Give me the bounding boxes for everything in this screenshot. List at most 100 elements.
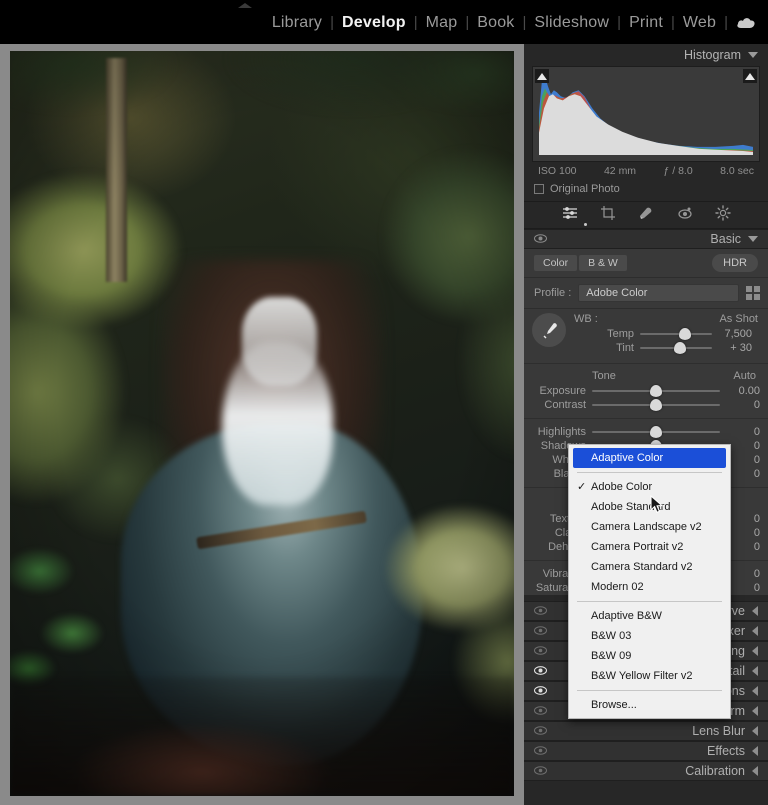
module-book[interactable]: Book	[469, 13, 522, 33]
module-map[interactable]: Map	[418, 13, 466, 33]
slider-value[interactable]: 0	[726, 513, 760, 525]
slider-track[interactable]	[592, 399, 720, 411]
slider-knob[interactable]	[678, 328, 691, 340]
chevron-left-icon[interactable]	[752, 626, 758, 636]
chevron-left-icon[interactable]	[752, 726, 758, 736]
chevron-down-icon[interactable]	[748, 52, 758, 58]
chevron-left-icon[interactable]	[752, 686, 758, 696]
histogram-header[interactable]: Histogram	[524, 44, 768, 66]
chevron-left-icon[interactable]	[752, 706, 758, 716]
lightroom-develop-window: Library | Develop | Map | Book | Slidesh…	[0, 0, 768, 805]
slider-value[interactable]: 0	[726, 426, 760, 438]
panel-visibility-eye-icon[interactable]	[534, 644, 547, 658]
treatment-color-button[interactable]: Color	[534, 255, 578, 271]
module-print[interactable]: Print	[621, 13, 671, 33]
photo-frame[interactable]	[10, 51, 514, 796]
slider-highlights[interactable]: Highlights 0	[524, 425, 768, 439]
white-balance-eyedropper-icon[interactable]	[532, 313, 566, 347]
slider-tint[interactable]: Tint + 30	[572, 341, 760, 355]
treatment-segmented-control[interactable]: Color B & W	[534, 255, 627, 271]
menu-item-label: Adaptive Color	[591, 452, 664, 464]
healing-brush-icon[interactable]	[638, 206, 655, 225]
panel-visibility-eye-icon[interactable]	[534, 232, 547, 246]
slider-value[interactable]: 0	[726, 582, 760, 594]
menu-item-camera-portrait-v2[interactable]: Camera Portrait v2	[569, 537, 730, 557]
panel-visibility-eye-icon[interactable]	[534, 744, 547, 758]
highlight-clipping-icon[interactable]	[743, 69, 757, 83]
auto-tone-button[interactable]: Auto	[733, 370, 756, 382]
slider-label: Contrast	[544, 399, 586, 411]
menu-item-adaptive-bw[interactable]: Adaptive B&W	[569, 606, 730, 626]
original-photo-toggle[interactable]: Original Photo	[524, 177, 768, 195]
menu-item-camera-standard-v2[interactable]: Camera Standard v2	[569, 557, 730, 577]
panel-collapse-arrow[interactable]	[238, 3, 252, 8]
panel-visibility-eye-icon[interactable]	[533, 684, 548, 698]
panel-visibility-eye-icon[interactable]	[534, 704, 547, 718]
panel-header-basic[interactable]: Basic	[524, 229, 768, 249]
slider-knob[interactable]	[650, 385, 662, 397]
chevron-left-icon[interactable]	[752, 766, 758, 776]
panel-visibility-eye-icon[interactable]	[534, 724, 547, 738]
menu-item-adobe-standard[interactable]: Adobe Standard	[569, 497, 730, 517]
slider-value[interactable]: 0	[726, 440, 760, 452]
panel-header-calibration[interactable]: Calibration	[524, 761, 768, 781]
slider-track[interactable]	[640, 328, 712, 340]
module-develop[interactable]: Develop	[334, 13, 414, 33]
hdr-button[interactable]: HDR	[712, 254, 758, 272]
red-eye-icon[interactable]	[677, 206, 693, 225]
chevron-left-icon[interactable]	[752, 646, 758, 656]
chevron-left-icon[interactable]	[752, 666, 758, 676]
slider-temp[interactable]: Temp 7,500	[572, 327, 760, 341]
edit-sliders-icon[interactable]	[562, 205, 578, 226]
masking-icon[interactable]	[714, 204, 731, 226]
menu-item-adaptive-color[interactable]: Adaptive Color	[573, 448, 726, 468]
slider-value[interactable]: 0	[726, 399, 760, 411]
slider-value[interactable]: 0	[726, 468, 760, 480]
menu-item-adobe-color[interactable]: ✓ Adobe Color	[569, 477, 730, 497]
cloud-icon[interactable]	[728, 16, 762, 30]
shadow-clipping-icon[interactable]	[535, 69, 549, 83]
module-web[interactable]: Web	[675, 13, 724, 33]
crop-icon[interactable]	[600, 205, 616, 226]
chevron-left-icon[interactable]	[752, 746, 758, 756]
menu-item-camera-landscape-v2[interactable]: Camera Landscape v2	[569, 517, 730, 537]
slider-value[interactable]: 0	[726, 454, 760, 466]
slider-knob[interactable]	[650, 426, 662, 438]
slider-value[interactable]: 7,500	[718, 328, 752, 340]
slider-track[interactable]	[640, 342, 712, 354]
panel-header-lens-blur[interactable]: Lens Blur	[524, 721, 768, 741]
wb-value[interactable]: As Shot	[719, 313, 758, 325]
chevron-down-icon[interactable]	[748, 236, 758, 242]
slider-knob[interactable]	[674, 342, 687, 354]
menu-item-bw-09[interactable]: B&W 09	[569, 646, 730, 666]
panel-visibility-eye-icon[interactable]	[534, 604, 547, 618]
panel-visibility-eye-icon[interactable]	[534, 764, 547, 778]
slider-value[interactable]: 0	[726, 568, 760, 580]
module-library[interactable]: Library	[264, 13, 330, 33]
slider-value[interactable]: + 30	[718, 342, 752, 354]
menu-item-bw-03[interactable]: B&W 03	[569, 626, 730, 646]
menu-item-bw-yellow-filter-v2[interactable]: B&W Yellow Filter v2	[569, 666, 730, 686]
profile-select[interactable]: Adobe Color	[578, 284, 739, 302]
menu-item-modern-02[interactable]: Modern 02	[569, 577, 730, 597]
module-slideshow[interactable]: Slideshow	[526, 13, 617, 33]
panel-header-effects[interactable]: Effects	[524, 741, 768, 761]
slider-track[interactable]	[592, 385, 720, 397]
slider-value[interactable]: 0	[726, 527, 760, 539]
chevron-left-icon[interactable]	[752, 606, 758, 616]
panel-visibility-eye-icon[interactable]	[533, 664, 548, 678]
panel-visibility-eye-icon[interactable]	[534, 624, 547, 638]
slider-value[interactable]: 0.00	[726, 385, 760, 397]
slider-knob[interactable]	[650, 399, 662, 411]
slider-track[interactable]	[592, 426, 720, 438]
slider-value[interactable]: 0	[726, 541, 760, 553]
histogram-box[interactable]	[532, 66, 760, 162]
checkbox-icon[interactable]	[534, 184, 544, 194]
profile-dropdown-menu[interactable]: Adaptive Color ✓ Adobe Color Adobe Stand…	[568, 444, 731, 719]
profile-grid-icon[interactable]	[746, 286, 760, 300]
slider-exposure[interactable]: Exposure 0.00	[524, 384, 768, 398]
slider-contrast[interactable]: Contrast 0	[524, 398, 768, 412]
menu-item-browse[interactable]: Browse...	[569, 695, 730, 715]
photo-preview[interactable]	[10, 51, 514, 796]
treatment-bw-button[interactable]: B & W	[579, 255, 627, 271]
